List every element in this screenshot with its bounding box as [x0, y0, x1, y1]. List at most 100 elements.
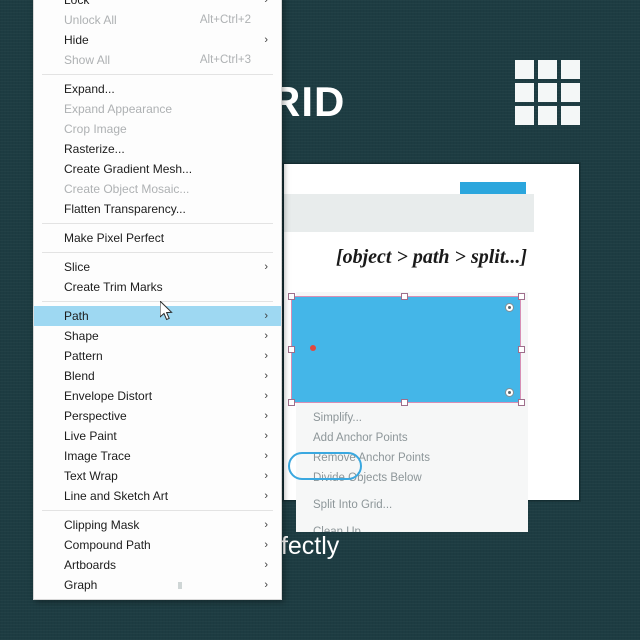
- menu-item-label: Text Wrap: [64, 469, 118, 483]
- menu-item-unlock-all[interactable]: Unlock All Alt+Ctrl+2: [34, 10, 281, 30]
- grid-cell: [515, 106, 534, 125]
- chevron-right-icon: ›: [264, 490, 268, 502]
- chevron-right-icon: ›: [264, 350, 268, 362]
- submenu-item-simplify[interactable]: Simplify...: [296, 408, 528, 428]
- submenu-item-label: Split Into Grid...: [313, 499, 393, 511]
- menu-divider: [42, 252, 273, 253]
- selection-handle-bottom-left[interactable]: [288, 399, 295, 406]
- menu-item-label: Crop Image: [64, 122, 127, 136]
- menu-divider: [42, 510, 273, 511]
- submenu-item-clean-up[interactable]: Clean Up...: [296, 522, 528, 532]
- menu-item-envelope-distort[interactable]: Envelope Distort ›: [34, 386, 281, 406]
- menu-item-artboards[interactable]: Artboards ›: [34, 555, 281, 575]
- menu-item-label: Unlock All: [64, 13, 117, 27]
- chevron-right-icon: ›: [264, 330, 268, 342]
- panel-caption: [object > path > split...]: [335, 246, 528, 268]
- submenu-divider: [296, 515, 528, 522]
- chevron-right-icon: ›: [264, 261, 268, 273]
- menu-item-label: Show All: [64, 53, 111, 67]
- panel-toolbar-strip: [284, 194, 534, 232]
- menu-item-flatten-transparency[interactable]: Flatten Transparency...: [34, 199, 281, 219]
- menu-item-shape[interactable]: Shape ›: [34, 326, 281, 346]
- menu-item-label: Hide: [64, 33, 89, 47]
- selection-handle-middle-left[interactable]: [288, 346, 295, 353]
- grid-cell: [561, 83, 580, 102]
- chevron-right-icon: ›: [264, 559, 268, 571]
- selection-handle-bottom-center[interactable]: [401, 399, 408, 406]
- menu-item-image-trace[interactable]: Image Trace ›: [34, 446, 281, 466]
- menu-item-graph[interactable]: Graph ›: [34, 575, 281, 595]
- menu-item-label: Blend: [64, 369, 95, 383]
- menu-item-blend[interactable]: Blend ›: [34, 366, 281, 386]
- menu-item-show-all[interactable]: Show All Alt+Ctrl+3: [34, 50, 281, 70]
- chevron-right-icon: ›: [264, 34, 268, 46]
- selection-handle-top-center[interactable]: [401, 293, 408, 300]
- menu-item-label: Expand...: [64, 82, 115, 96]
- menu-divider: [42, 223, 273, 224]
- selection-handle-bottom-right[interactable]: [518, 399, 525, 406]
- grid-cell: [561, 106, 580, 125]
- anchor-point-bottom[interactable]: [505, 388, 514, 397]
- chevron-right-icon: ›: [264, 310, 268, 322]
- menu-item-label: Pattern: [64, 349, 103, 363]
- submenu-item-split-into-grid[interactable]: Split Into Grid...: [296, 495, 528, 515]
- menu-item-line-and-sketch-art[interactable]: Line and Sketch Art ›: [34, 486, 281, 506]
- menu-item-label: Clipping Mask: [64, 518, 140, 532]
- chevron-right-icon: ›: [264, 470, 268, 482]
- selection-bounding-box[interactable]: [291, 296, 521, 403]
- grid-cell: [515, 60, 534, 79]
- menu-item-text-wrap[interactable]: Text Wrap ›: [34, 466, 281, 486]
- menu-item-label: Flatten Transparency...: [64, 202, 186, 216]
- grid-cell: [561, 60, 580, 79]
- menu-item-label: Line and Sketch Art: [64, 489, 169, 503]
- menu-item-hide[interactable]: Hide ›: [34, 30, 281, 50]
- menu-divider: [42, 301, 273, 302]
- menu-item-create-object-mosaic[interactable]: Create Object Mosaic...: [34, 179, 281, 199]
- menu-scroll-nub[interactable]: [178, 582, 182, 589]
- menu-item-label: Envelope Distort: [64, 389, 153, 403]
- menu-item-create-trim-marks[interactable]: Create Trim Marks: [34, 277, 281, 297]
- menu-item-label: Path: [64, 309, 89, 323]
- menu-item-perspective[interactable]: Perspective ›: [34, 406, 281, 426]
- object-context-menu[interactable]: Lock › Unlock All Alt+Ctrl+2 Hide › Show…: [33, 0, 282, 600]
- chevron-right-icon: ›: [264, 370, 268, 382]
- blue-highlight-ellipse: [288, 452, 362, 480]
- menu-item-label: Graph: [64, 578, 98, 592]
- menu-item-live-paint[interactable]: Live Paint ›: [34, 426, 281, 446]
- menu-item-shortcut: Alt+Ctrl+3: [199, 54, 251, 66]
- submenu-item-label: Simplify...: [313, 412, 362, 424]
- anchor-point-top[interactable]: [505, 303, 514, 312]
- selection-handle-top-left[interactable]: [288, 293, 295, 300]
- menu-item-label: Artboards: [64, 558, 117, 572]
- menu-item-lock[interactable]: Lock ›: [34, 0, 281, 10]
- menu-item-path[interactable]: Path ›: [34, 306, 281, 326]
- menu-item-compound-path[interactable]: Compound Path ›: [34, 535, 281, 555]
- menu-item-rasterize[interactable]: Rasterize...: [34, 139, 281, 159]
- menu-item-crop-image[interactable]: Crop Image: [34, 119, 281, 139]
- panel-accent-bar: [460, 182, 526, 194]
- menu-item-expand[interactable]: Expand...: [34, 79, 281, 99]
- menu-item-create-gradient-mesh[interactable]: Create Gradient Mesh...: [34, 159, 281, 179]
- menu-item-label: Live Paint: [64, 429, 117, 443]
- selection-handle-middle-right[interactable]: [518, 346, 525, 353]
- red-marker-dot: [310, 345, 316, 351]
- menu-item-shortcut: Alt+Ctrl+2: [199, 14, 251, 26]
- selection-handle-top-right[interactable]: [518, 293, 525, 300]
- menu-item-label: Perspective: [64, 409, 127, 423]
- chevron-right-icon: ›: [264, 450, 268, 462]
- submenu-item-add-anchor-points[interactable]: Add Anchor Points: [296, 428, 528, 448]
- grid-cell: [515, 83, 534, 102]
- submenu-divider: [296, 488, 528, 495]
- grid-cell: [538, 83, 557, 102]
- grid-cell: [538, 60, 557, 79]
- menu-item-make-pixel-perfect[interactable]: Make Pixel Perfect: [34, 228, 281, 248]
- menu-item-label: Lock: [64, 0, 90, 7]
- menu-item-pattern[interactable]: Pattern ›: [34, 346, 281, 366]
- chevron-right-icon: ›: [264, 0, 268, 6]
- menu-item-clipping-mask[interactable]: Clipping Mask ›: [34, 515, 281, 535]
- grid-3x3-icon: [515, 60, 580, 125]
- menu-item-slice[interactable]: Slice ›: [34, 257, 281, 277]
- menu-item-label: Rasterize...: [64, 142, 125, 156]
- menu-item-expand-appearance[interactable]: Expand Appearance: [34, 99, 281, 119]
- chevron-right-icon: ›: [264, 410, 268, 422]
